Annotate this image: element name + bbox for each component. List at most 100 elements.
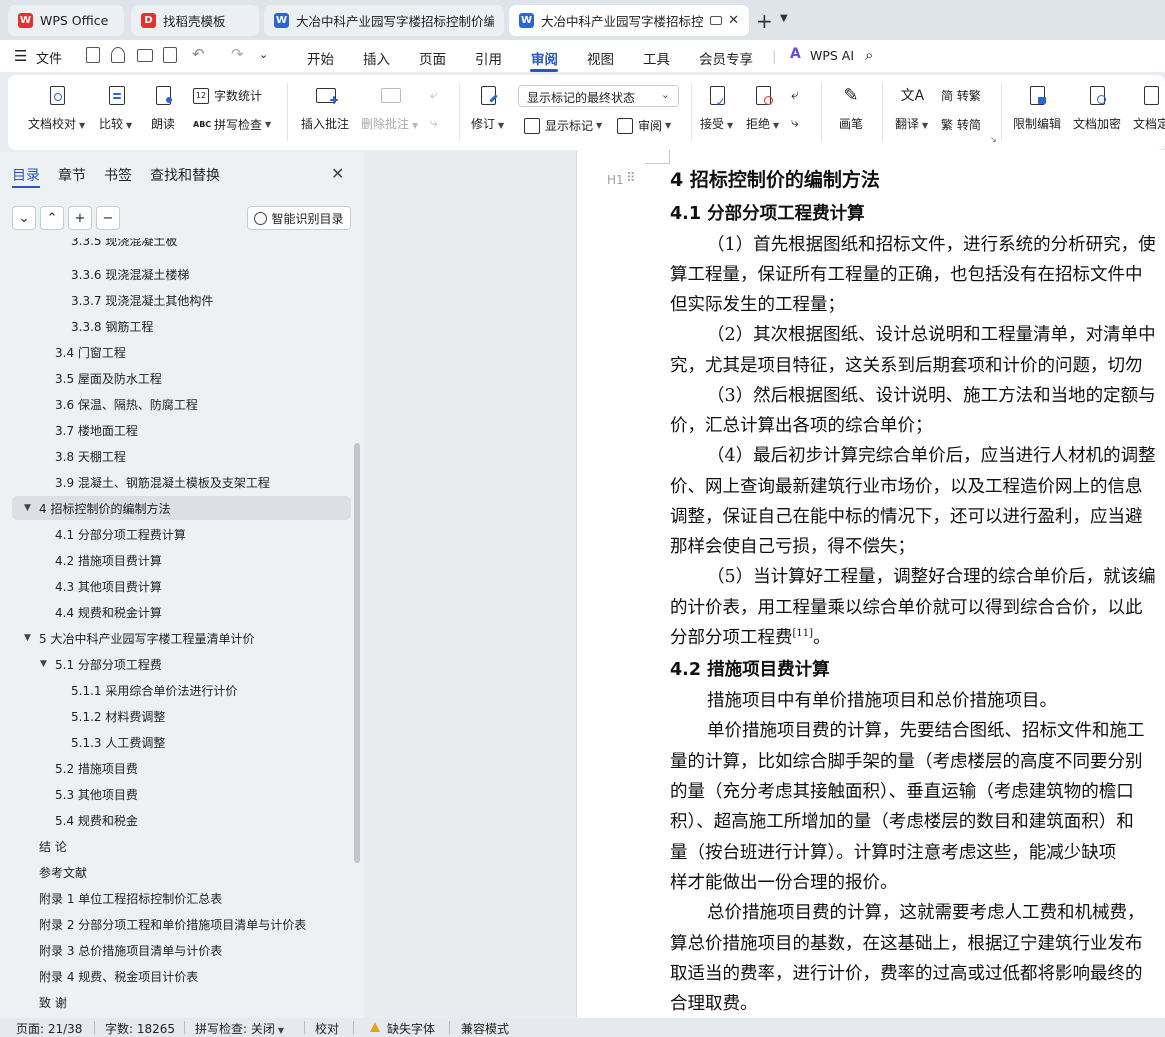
screen-icon[interactable]	[710, 16, 723, 25]
missing-font-status[interactable]: 缺失字体	[387, 1020, 435, 1037]
toc-item[interactable]: 4.3 其他项目费计算	[12, 574, 351, 598]
hamburger-icon[interactable]: ☰	[14, 47, 27, 65]
spell-check-button[interactable]: ABC 拼写检查 ▼	[193, 116, 271, 133]
toc-item[interactable]: 3.3.7 现浇混凝土其他构件	[12, 288, 351, 312]
nav-tab-sections[interactable]: 章节	[58, 165, 86, 185]
toc-item[interactable]: 4.1 分部分项工程费计算	[12, 522, 351, 546]
search-icon[interactable]: ⌕	[865, 46, 873, 64]
spell-check-status[interactable]: 拼写检查: 关闭 ▼	[195, 1020, 284, 1037]
citation-superscript[interactable]: [11]	[793, 628, 814, 639]
toc-item[interactable]: 3.3.6 现浇混凝土楼梯	[12, 262, 351, 286]
toc-item[interactable]: 3.3.8 钢筋工程	[12, 314, 351, 338]
next-comment-icon[interactable]: ⤷	[430, 115, 438, 131]
toc-item[interactable]: 5.1.3 人工费调整	[12, 730, 351, 754]
menu-home[interactable]: 开始	[307, 48, 334, 68]
toc-item[interactable]: 3.4 门窗工程	[12, 340, 351, 364]
triangle-down-icon[interactable]: ▼	[24, 503, 31, 513]
toc-item[interactable]: 参考文献	[12, 860, 351, 884]
toc-item[interactable]: ▼ 5.1 分部分项工程费	[12, 652, 351, 676]
nav-tab-find-replace[interactable]: 查找和替换	[150, 165, 220, 185]
page-indicator[interactable]: 页面: 21/38	[16, 1020, 82, 1037]
word-count-status[interactable]: 字数: 18265	[105, 1020, 175, 1037]
toc-item[interactable]: 附录 3 总价措施项目清单与计价表	[12, 938, 351, 962]
proofread-status[interactable]: 校对	[315, 1020, 339, 1037]
new-tab-icon[interactable]: +	[756, 9, 773, 33]
toc-item[interactable]: 5.2 措施项目费	[12, 756, 351, 780]
close-icon[interactable]: ✕	[722, 13, 739, 28]
drag-handle-icon[interactable]: ⠿	[626, 171, 635, 186]
pen-button[interactable]: ✎ 画笔	[839, 85, 863, 132]
toc-item[interactable]: 4.2 措施项目费计算	[12, 548, 351, 572]
nav-tab-toc[interactable]: 目录	[12, 165, 40, 185]
to-simplified-button[interactable]: 繁 转简	[941, 116, 981, 133]
print-preview-icon[interactable]	[163, 47, 177, 63]
chevron-down-icon[interactable]: ▼	[780, 13, 788, 24]
toc-item[interactable]: 致 谢	[12, 990, 351, 1014]
toc-item[interactable]: 5.1.2 材料费调整	[12, 704, 351, 728]
menu-insert[interactable]: 插入	[363, 48, 390, 68]
print-icon[interactable]	[137, 49, 153, 62]
nav-scrollbar[interactable]	[354, 443, 360, 863]
proofread-button[interactable]: 文档校对 ▼	[28, 85, 85, 132]
toc-item[interactable]: 4.4 规费和税金计算	[12, 600, 351, 624]
menu-page[interactable]: 页面	[419, 48, 446, 68]
previous-change-icon[interactable]: ⤶	[791, 87, 799, 103]
nav-tab-bookmarks[interactable]: 书签	[104, 165, 132, 185]
previous-comment-icon[interactable]: ⤶	[430, 87, 438, 103]
toc-item[interactable]: ▼ 5 大冶中科产业园写字楼工程量清单计价	[12, 626, 351, 650]
delete-comment-button[interactable]: 删除批注 ▼	[361, 85, 418, 132]
triangle-down-icon[interactable]: ▼	[24, 633, 31, 643]
accept-button[interactable]: ✓ 接受 ▼	[700, 85, 733, 132]
close-icon[interactable]: ✕	[331, 164, 344, 183]
compare-button[interactable]: 比较 ▼	[99, 85, 132, 132]
toc-item[interactable]: 附录 4 规费、税金项目计价表	[12, 964, 351, 988]
finalize-document-button[interactable]: 文档定	[1133, 85, 1165, 132]
toc-item[interactable]: 附录 2 分部分项工程和单价措施项目清单与计价表	[12, 912, 351, 936]
tab-document-1[interactable]: W 大冶中科产业园写字楼招标控制价编制	[264, 5, 504, 36]
tab-docer-templates[interactable]: D 找稻壳模板	[131, 5, 259, 36]
export-icon[interactable]	[111, 47, 125, 63]
menu-tools[interactable]: 工具	[643, 48, 670, 68]
triangle-down-icon[interactable]: ▼	[40, 659, 47, 669]
toc-item[interactable]: 3.7 楼地面工程	[12, 418, 351, 442]
expand-group-icon[interactable]: ↘	[990, 135, 997, 144]
tab-wps-office[interactable]: W WPS Office	[8, 5, 124, 36]
menu-member[interactable]: 会员专享	[699, 48, 753, 68]
show-markup-button[interactable]: 显示标记 ▼	[524, 117, 602, 134]
menu-wps-ai[interactable]: WPS AI	[810, 48, 854, 63]
encrypt-document-button[interactable]: 文档加密	[1073, 85, 1121, 132]
smart-toc-button[interactable]: 智能识别目录	[247, 206, 351, 230]
read-aloud-button[interactable]: 朗读	[151, 85, 175, 132]
review-pane-button[interactable]: 审阅 ▼	[617, 117, 671, 134]
menu-review[interactable]: 审阅	[531, 48, 558, 68]
toc-item[interactable]: 3.3.5 现浇混凝土板	[12, 238, 351, 252]
undo-icon[interactable]: ↶	[192, 45, 205, 63]
toc-item[interactable]: 3.5 屋面及防水工程	[12, 366, 351, 390]
reject-button[interactable]: 拒绝 ▼	[746, 85, 779, 132]
expand-up-button[interactable]: ⌃	[40, 206, 64, 230]
toc-item[interactable]: 5.1.1 采用综合单价法进行计价	[12, 678, 351, 702]
toc-item[interactable]: 3.9 混凝土、钢筋混凝土模板及支架工程	[12, 470, 351, 494]
remove-heading-button[interactable]: −	[96, 206, 120, 230]
collapse-all-button[interactable]: ⌄	[12, 206, 36, 230]
toc-item-selected[interactable]: ▼ 4 招标控制价的编制方法	[12, 496, 351, 520]
toc-item[interactable]: 3.8 天棚工程	[12, 444, 351, 468]
save-icon[interactable]	[86, 47, 100, 63]
chevron-down-icon[interactable]: ⌄	[259, 48, 268, 61]
add-heading-button[interactable]: +	[68, 206, 92, 230]
toc-item[interactable]: 3.6 保温、隔热、防腐工程	[12, 392, 351, 416]
word-count-button[interactable]: 12 字数统计	[193, 87, 262, 104]
translate-button[interactable]: 文A 翻译 ▼	[895, 85, 928, 132]
restrict-editing-button[interactable]: 限制编辑	[1013, 85, 1061, 132]
next-change-icon[interactable]: ⤷	[791, 115, 799, 131]
toc-item[interactable]: 结 论	[12, 834, 351, 858]
toc-item[interactable]: 5.4 规费和税金	[12, 808, 351, 832]
insert-comment-button[interactable]: 插入批注	[301, 85, 349, 132]
menu-file[interactable]: 文件	[36, 48, 62, 67]
tab-document-2[interactable]: W 大冶中科产业园写字楼招标控制 ✕	[509, 5, 749, 36]
menu-references[interactable]: 引用	[475, 48, 502, 68]
menu-view[interactable]: 视图	[587, 48, 614, 68]
toc-item[interactable]: 附录 1 单位工程招标控制价汇总表	[12, 886, 351, 910]
heading-level-marker[interactable]: H1	[607, 173, 624, 187]
markup-state-select[interactable]: 显示标记的最终状态 ⌄	[518, 85, 679, 107]
